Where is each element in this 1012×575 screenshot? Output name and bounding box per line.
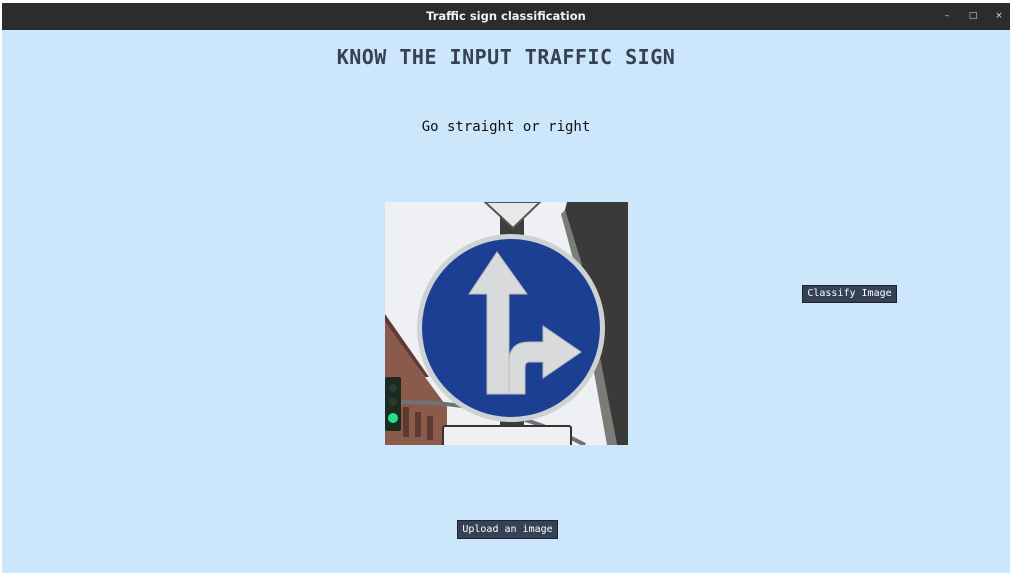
page-heading: KNOW THE INPUT TRAFFIC SIGN [336,45,676,69]
title-bar[interactable]: Traffic sign classification – □ × [2,3,1010,30]
app-window: Traffic sign classification – □ × KNOW T… [2,3,1010,573]
minimize-button[interactable]: – [937,7,957,26]
upload-image-button[interactable]: Upload an image [457,520,558,539]
classify-image-button[interactable]: Classify Image [802,285,897,303]
maximize-button[interactable]: □ [963,7,983,26]
classification-result: Go straight or right [421,119,591,135]
close-button[interactable]: × [989,7,1009,26]
window-title: Traffic sign classification [426,9,586,23]
uploaded-sign-image [385,202,628,445]
